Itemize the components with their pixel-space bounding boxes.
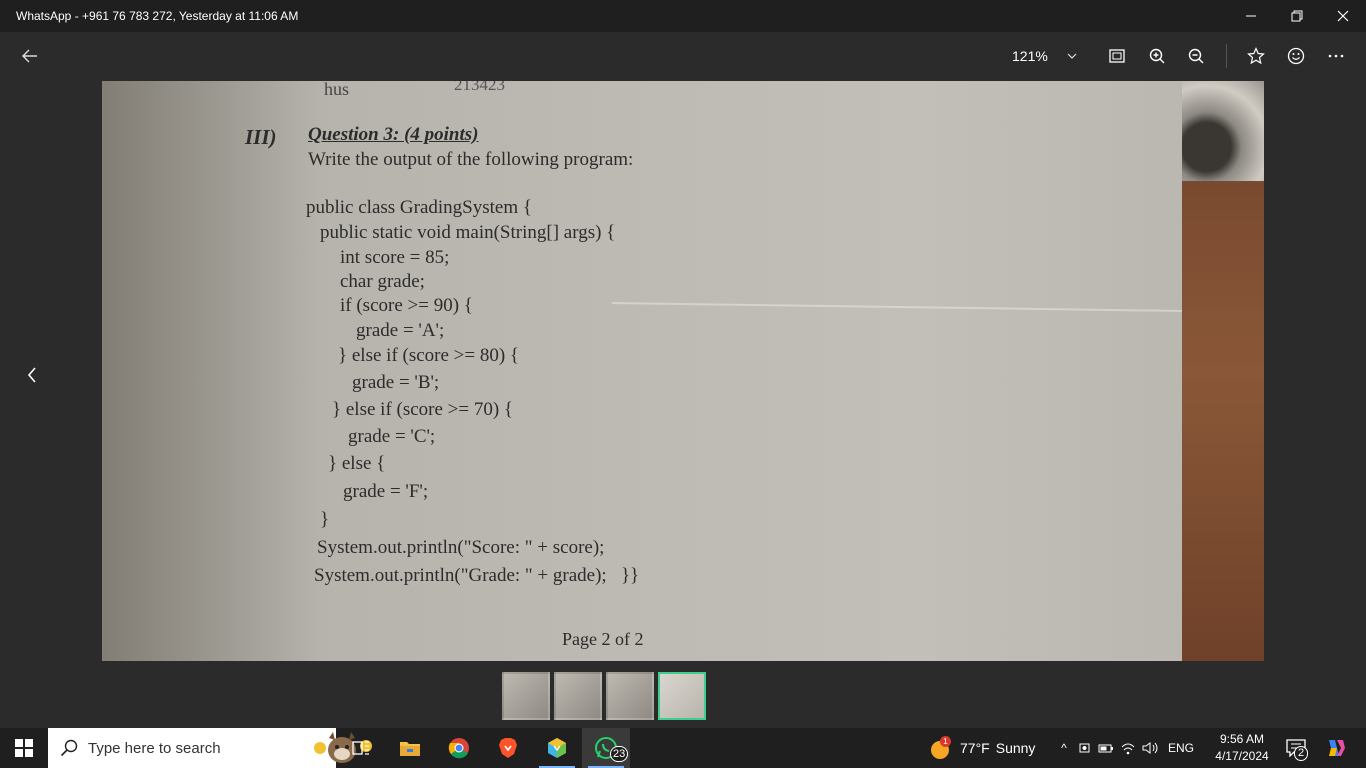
more-icon xyxy=(1328,54,1344,58)
zoom-level: 121% xyxy=(1012,48,1048,64)
brave-icon xyxy=(499,738,517,758)
code-line: grade = 'F'; xyxy=(343,481,429,502)
search-placeholder: Type here to search xyxy=(88,740,221,757)
cube-icon xyxy=(548,738,566,758)
code-line: grade = 'B'; xyxy=(352,372,440,393)
taskbar: Type here to search 23 1 77°F Sunny ^ EN… xyxy=(0,728,1366,768)
minimize-button[interactable] xyxy=(1228,0,1274,32)
question-title: Question 3: (4 points) xyxy=(308,124,479,145)
code-line: System.out.println("Grade: " + grade); }… xyxy=(314,565,640,586)
title-bar: WhatsApp - +961 76 783 272, Yesterday at… xyxy=(0,0,1366,32)
fit-screen-button[interactable] xyxy=(1103,42,1131,70)
zoom-in-button[interactable] xyxy=(1143,42,1171,70)
language-indicator[interactable]: ENG xyxy=(1168,741,1194,755)
emoji-button[interactable] xyxy=(1282,42,1310,70)
emoji-icon xyxy=(1287,47,1305,65)
wifi-icon[interactable] xyxy=(1120,741,1136,755)
more-button[interactable] xyxy=(1322,42,1350,70)
thumbnail-active[interactable] xyxy=(658,672,706,720)
zoom-in-icon xyxy=(1149,48,1165,64)
metal-object xyxy=(1182,81,1264,191)
restore-button[interactable] xyxy=(1274,0,1320,32)
meet-now-icon[interactable] xyxy=(1078,740,1092,756)
code-line: if (score >= 90) { xyxy=(340,295,473,316)
code-line: grade = 'A'; xyxy=(356,320,445,341)
code-line: int score = 85; xyxy=(340,247,450,268)
thumbnail[interactable] xyxy=(606,672,654,720)
zoom-out-icon xyxy=(1188,48,1204,64)
section-number: III) xyxy=(245,125,277,149)
star-button[interactable] xyxy=(1242,42,1270,70)
weather-desc: Sunny xyxy=(995,740,1036,756)
table-cell-left: hus xyxy=(324,81,350,99)
previous-button[interactable] xyxy=(18,360,46,390)
clock-time: 9:56 AM xyxy=(1219,732,1265,746)
table-cell-right: 213423 xyxy=(454,81,505,94)
volume-icon[interactable] xyxy=(1142,741,1160,755)
brave-button[interactable] xyxy=(484,728,532,768)
code-line: } xyxy=(320,509,330,530)
start-button[interactable] xyxy=(0,728,48,768)
toolbar-divider xyxy=(1226,44,1227,68)
close-button[interactable] xyxy=(1320,0,1366,32)
chevron-down-icon xyxy=(1067,53,1077,59)
back-button[interactable] xyxy=(16,42,44,70)
task-view-icon xyxy=(352,741,369,755)
zoom-dropdown[interactable] xyxy=(1058,42,1086,70)
clock[interactable]: 9:56 AM 4/17/2024 xyxy=(1210,731,1274,765)
code-line: public class GradingSystem { xyxy=(306,197,533,218)
notification-count: 2 xyxy=(1294,746,1309,761)
whatsapp-button[interactable]: 23 xyxy=(582,728,630,768)
zoom-out-button[interactable] xyxy=(1182,42,1210,70)
system-tray: ^ ENG xyxy=(1056,728,1194,768)
paper-shadow xyxy=(102,81,322,661)
code-line: grade = 'C'; xyxy=(348,426,436,447)
taskbar-search[interactable]: Type here to search xyxy=(48,728,372,768)
search-icon xyxy=(60,739,78,757)
windows-icon xyxy=(15,739,33,757)
close-icon xyxy=(1337,10,1349,22)
thumbnail[interactable] xyxy=(554,672,602,720)
folder-icon xyxy=(400,742,420,756)
minimize-icon xyxy=(1246,15,1256,17)
code-line: public static void main(String[] args) { xyxy=(320,222,616,243)
question-instruction: Write the output of the following progra… xyxy=(308,149,634,170)
star-icon xyxy=(1247,47,1265,65)
file-explorer-button[interactable] xyxy=(386,728,434,768)
clock-date: 4/17/2024 xyxy=(1215,749,1269,763)
notifications-button[interactable]: 2 xyxy=(1278,728,1314,768)
unread-badge: 23 xyxy=(610,746,629,762)
app-cube-button[interactable] xyxy=(533,728,581,768)
code-line: } else if (score >= 80) { xyxy=(338,345,520,366)
chrome-icon xyxy=(448,738,469,759)
chrome-button[interactable] xyxy=(435,728,483,768)
chevron-up-icon[interactable]: ^ xyxy=(1056,741,1072,755)
window-title: WhatsApp - +961 76 783 272, Yesterday at… xyxy=(16,9,299,23)
fit-screen-icon xyxy=(1109,49,1125,63)
back-arrow-icon xyxy=(22,49,37,63)
wooden-table-edge xyxy=(1182,181,1264,661)
code-line: } else { xyxy=(328,453,386,474)
restore-icon xyxy=(1291,10,1303,22)
photo-view: hus 213423 III) Question 3: (4 points) W… xyxy=(102,81,1264,661)
chevron-left-icon xyxy=(27,367,36,383)
thumbnail-strip xyxy=(502,672,706,720)
paper-fold xyxy=(612,302,1182,312)
viewer-toolbar: 121% xyxy=(0,32,1366,80)
copilot-icon xyxy=(1329,740,1345,756)
code-line: } else if (score >= 70) { xyxy=(332,399,514,420)
code-line: char grade; xyxy=(340,271,425,292)
page-footer: Page 2 of 2 xyxy=(562,629,644,649)
weather-alert-badge: 1 xyxy=(940,736,951,747)
weather-temp: 77°F xyxy=(960,740,990,756)
weather-widget[interactable]: 1 77°F Sunny xyxy=(928,728,1035,768)
code-line: System.out.println("Score: " + score); xyxy=(317,537,605,558)
copilot-button[interactable] xyxy=(1316,728,1356,768)
task-view-button[interactable] xyxy=(337,728,385,768)
thumbnail[interactable] xyxy=(502,672,550,720)
battery-icon[interactable] xyxy=(1098,741,1114,755)
